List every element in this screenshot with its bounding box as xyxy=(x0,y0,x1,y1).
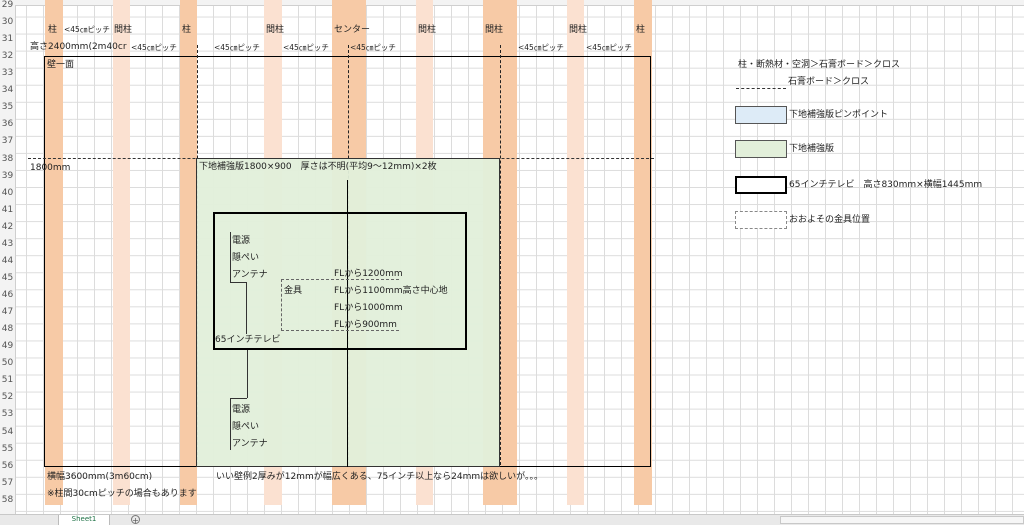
outlet-top-antenna: アンテナ xyxy=(232,270,268,280)
row-number[interactable]: 53 xyxy=(0,406,15,423)
fl-1100-center: FLから1100mm高さ中心地 xyxy=(334,286,448,296)
row-number[interactable]: 36 xyxy=(0,116,15,133)
row-number[interactable]: 51 xyxy=(0,372,15,389)
row-number[interactable]: 40 xyxy=(0,185,15,202)
row-number[interactable]: 31 xyxy=(0,31,15,48)
wall-width-label: 横幅3600mm(3m60cm) xyxy=(47,472,153,482)
outlet-bottom-power: 電源 xyxy=(232,405,251,415)
outlet-bottom-wire-h xyxy=(230,398,247,399)
header-mabashira-2: 間柱 xyxy=(266,25,285,35)
legend-board-swatch xyxy=(735,140,787,158)
sheet-tab-sheet1[interactable]: Sheet1 xyxy=(58,515,110,525)
height-1800-label: 1800mm xyxy=(30,163,71,173)
legend-tv-label: 65インチテレビ 高さ830mm×横幅1445mm xyxy=(789,180,983,190)
legend-line1: 柱・断熱材・空洞＞石膏ボード＞クロス xyxy=(738,60,901,70)
header-mabashira-1: 間柱 xyxy=(114,25,133,35)
right-board-edge-guide xyxy=(500,45,501,465)
legend-bracket-label: おおよその金具位置 xyxy=(789,215,871,225)
header-hashira-1: 柱 xyxy=(48,25,58,35)
row-number[interactable]: 30 xyxy=(0,14,15,31)
row-number[interactable]: 42 xyxy=(0,219,15,236)
outlet-top-wire xyxy=(230,232,231,282)
row-number[interactable]: 34 xyxy=(0,82,15,99)
legend-pinpoint-label: 下地補強版ピンポイント xyxy=(789,110,889,120)
fl-1000: FLから1000mm xyxy=(334,303,403,313)
horizontal-scrollbar[interactable] xyxy=(780,516,1024,524)
row-number[interactable]: 43 xyxy=(0,236,15,253)
header-mabashira-5: 間柱 xyxy=(569,25,588,35)
header-center: センター xyxy=(334,25,371,35)
spreadsheet-grid[interactable]: 柱 <45㎝ピッチ 間柱 柱 間柱 センター 間柱 間柱 間柱 柱 高さ2400… xyxy=(0,0,1024,525)
header-mabashira-4: 間柱 xyxy=(485,25,504,35)
row-number[interactable]: 38 xyxy=(0,151,15,168)
row-number[interactable]: 49 xyxy=(0,338,15,355)
row-number[interactable]: 44 xyxy=(0,253,15,270)
legend-board-label: 下地補強版 xyxy=(789,144,835,154)
row-number[interactable]: 54 xyxy=(0,424,15,441)
thickness-comment: いい壁例2厚みが12mmが幅広くある、75インチ以上なら24mmは欲しいが。。。 xyxy=(216,472,543,482)
bracket-label: 金具 xyxy=(284,286,303,296)
row-number[interactable]: 45 xyxy=(0,270,15,287)
outlet-top-wire-h xyxy=(230,282,246,283)
row-number[interactable]: 46 xyxy=(0,287,15,304)
outlet-bottom-wire xyxy=(247,350,248,398)
outlet-bottom-concealed: 隠ぺい xyxy=(232,422,260,432)
outlet-top-power: 電源 xyxy=(232,236,251,246)
header-hashira-2: 柱 xyxy=(182,25,192,35)
row-number[interactable]: 32 xyxy=(0,48,15,65)
wall-label: 壁一面 xyxy=(47,60,75,70)
board-label: 下地補強版1800×900 厚さは不明(平均9～12mm)×2枚 xyxy=(199,162,437,172)
fl-1200: FLから1200mm xyxy=(334,269,403,279)
legend-line2: 石膏ボード＞クロス xyxy=(788,77,870,87)
outlet-top-drop xyxy=(246,282,247,334)
pitch-label-2: <45㎝ピッチ xyxy=(214,43,260,52)
row-number[interactable]: 58 xyxy=(0,492,15,509)
pitch-note: ※柱間30cmピッチの場合もあります xyxy=(47,489,197,499)
add-sheet-button[interactable]: + xyxy=(131,515,140,525)
row-number[interactable]: 52 xyxy=(0,389,15,406)
row-number[interactable]: 55 xyxy=(0,441,15,458)
pitch-label-4: <45㎝ピッチ xyxy=(350,43,396,52)
pitch-label-3: <45㎝ピッチ xyxy=(283,43,329,52)
row-number[interactable]: 29 xyxy=(0,0,15,14)
row-number[interactable]: 41 xyxy=(0,202,15,219)
header-hashira-3: 柱 xyxy=(636,25,646,35)
outlet-top-concealed: 隠ぺい xyxy=(232,253,260,263)
pitch-label-6: <45㎝ピッチ xyxy=(586,43,632,52)
row-number[interactable]: 33 xyxy=(0,65,15,82)
legend-bracket-swatch xyxy=(735,211,787,229)
legend-dashdot-sample xyxy=(736,88,786,89)
legend-pinpoint-swatch xyxy=(735,106,787,124)
fl-900: FLから900mm xyxy=(334,320,397,330)
pitch-label-5: <45㎝ピッチ xyxy=(518,43,564,52)
row-number[interactable]: 37 xyxy=(0,133,15,150)
row-number[interactable]: 39 xyxy=(0,168,15,185)
row-number[interactable]: 48 xyxy=(0,321,15,338)
row-number[interactable]: 35 xyxy=(0,99,15,116)
row-number[interactable]: 47 xyxy=(0,304,15,321)
tv-label: 65インチテレビ xyxy=(215,335,281,345)
outlet-bottom-box xyxy=(230,398,231,450)
wall-height-label: 高さ2400mm(2m40cr xyxy=(30,42,127,52)
pitch-label-1: <45㎝ピッチ xyxy=(131,43,177,52)
header-pitch-1: <45㎝ピッチ xyxy=(64,25,110,34)
row-number[interactable]: 56 xyxy=(0,458,15,475)
header-mabashira-3: 間柱 xyxy=(418,25,437,35)
row-number[interactable]: 57 xyxy=(0,475,15,492)
row-number[interactable]: 50 xyxy=(0,355,15,372)
legend-tv-swatch xyxy=(735,176,787,194)
outlet-bottom-antenna: アンテナ xyxy=(232,439,268,449)
